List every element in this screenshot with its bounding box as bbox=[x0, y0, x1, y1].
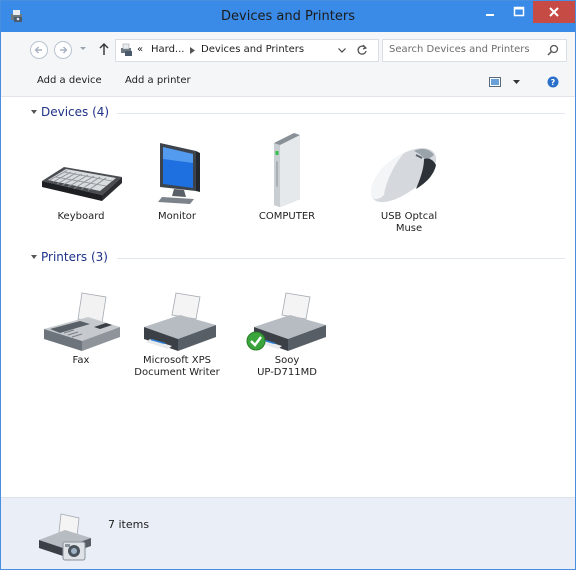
devices-printers-window: Devices and Printers « Hard... Devices a… bbox=[0, 0, 576, 570]
maximize-icon bbox=[513, 6, 525, 17]
device-label: COMPUTER bbox=[258, 211, 316, 222]
devices-group-divider bbox=[117, 113, 565, 114]
svg-text:?: ? bbox=[551, 78, 556, 87]
title-bar[interactable]: Devices and Printers bbox=[1, 1, 575, 32]
refresh-icon[interactable] bbox=[356, 44, 368, 56]
recent-locations-icon[interactable] bbox=[79, 46, 87, 52]
change-view-icon[interactable] bbox=[489, 77, 501, 87]
devices-group-header[interactable]: Devices (4) bbox=[41, 105, 109, 119]
device-monitor[interactable]: Monitor bbox=[129, 137, 225, 223]
devices-collapse-icon[interactable] bbox=[31, 110, 37, 114]
printer-sony-up-d711md[interactable]: Sooy UP-D711MD bbox=[239, 289, 335, 379]
add-printer-button[interactable]: Add a printer bbox=[125, 75, 191, 86]
printers-group-header[interactable]: Printers (3) bbox=[41, 250, 108, 264]
breadcrumb-overflow[interactable]: « bbox=[137, 44, 143, 55]
mouse-icon bbox=[371, 148, 437, 203]
printers-group-divider bbox=[117, 258, 565, 259]
device-list-pane[interactable]: Devices (4) Keyboard Monitor COMPUTER US… bbox=[1, 97, 575, 497]
address-box[interactable]: « Hard... Devices and Printers bbox=[115, 39, 379, 62]
add-device-button[interactable]: Add a device bbox=[37, 75, 102, 86]
breadcrumb-devices-printers[interactable]: Devices and Printers bbox=[201, 44, 304, 55]
close-button[interactable] bbox=[533, 1, 575, 23]
maximize-button[interactable] bbox=[505, 1, 533, 23]
search-icon[interactable] bbox=[547, 44, 559, 56]
device-label: Monitor bbox=[157, 211, 196, 222]
up-arrow-icon[interactable] bbox=[98, 42, 110, 56]
breadcrumb-hardware[interactable]: Hard... bbox=[151, 44, 184, 55]
breadcrumb-chevron-icon[interactable] bbox=[190, 47, 195, 54]
devices-printers-large-icon bbox=[39, 513, 91, 561]
device-keyboard[interactable]: Keyboard bbox=[33, 137, 129, 223]
close-icon bbox=[549, 7, 559, 17]
device-label: Keyboard bbox=[57, 211, 105, 222]
forward-arrow-icon bbox=[60, 46, 68, 54]
printer-microsoft-xps[interactable]: Microsoft XPS Document Writer bbox=[129, 289, 225, 379]
minimize-icon bbox=[486, 14, 494, 16]
printer-fax[interactable]: Fax bbox=[33, 289, 129, 367]
back-button[interactable] bbox=[30, 41, 48, 59]
details-pane: 7 items bbox=[1, 497, 575, 569]
minimize-button[interactable] bbox=[475, 1, 505, 23]
device-computer[interactable]: COMPUTER bbox=[239, 127, 335, 223]
device-label: USB Optcal Muse bbox=[380, 211, 438, 234]
printer-icon bbox=[144, 292, 216, 351]
search-box[interactable] bbox=[382, 39, 567, 62]
address-bar-area: « Hard... Devices and Printers bbox=[1, 32, 575, 68]
keyboard-icon bbox=[42, 167, 122, 201]
printer-label: Sooy UP-D711MD bbox=[257, 355, 317, 378]
devices-location-icon bbox=[121, 43, 132, 56]
printer-label: Microsoft XPS Document Writer bbox=[134, 355, 220, 378]
forward-button[interactable] bbox=[54, 41, 72, 59]
search-input[interactable] bbox=[389, 42, 539, 57]
monitor-icon bbox=[158, 143, 200, 204]
command-bar: Add a device Add a printer ? bbox=[1, 68, 575, 97]
view-options-dropdown-icon[interactable] bbox=[513, 80, 520, 85]
printer-label: Fax bbox=[72, 355, 90, 366]
printer-default-icon bbox=[246, 292, 326, 351]
help-icon[interactable]: ? bbox=[547, 76, 559, 88]
device-usb-mouse[interactable]: USB Optcal Muse bbox=[361, 125, 457, 235]
fax-icon bbox=[44, 292, 120, 351]
printers-collapse-icon[interactable] bbox=[31, 255, 37, 259]
computer-tower-icon bbox=[274, 133, 300, 207]
address-dropdown-icon[interactable] bbox=[338, 48, 346, 53]
item-count: 7 items bbox=[108, 518, 150, 531]
back-arrow-icon bbox=[34, 46, 42, 54]
